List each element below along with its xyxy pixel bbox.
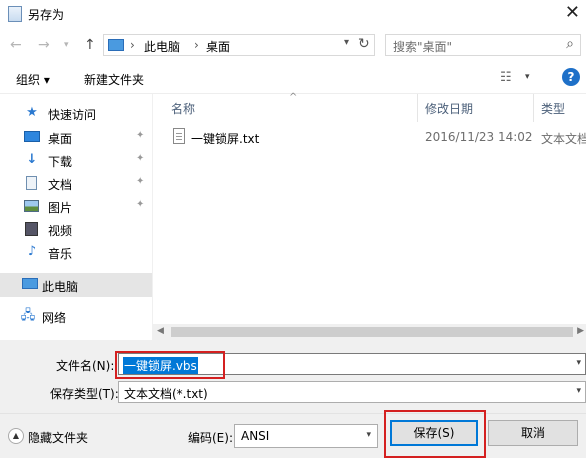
- filetype-select[interactable]: 文本文档(*.txt) ▾: [118, 381, 586, 403]
- save-form: 文件名(N): 一键锁屏.vbs ▾ 保存类型(T): 文本文档(*.txt) …: [0, 340, 586, 458]
- horizontal-scrollbar[interactable]: ◀ ▶: [153, 324, 586, 340]
- document-icon: [24, 176, 40, 190]
- window-title: 另存为: [28, 8, 65, 22]
- up-icon[interactable]: ↑: [84, 37, 96, 53]
- file-name: 一键锁屏.txt: [191, 132, 260, 146]
- chevron-down-icon[interactable]: ▾: [344, 37, 349, 48]
- pin-icon[interactable]: ✦: [136, 176, 144, 187]
- back-icon[interactable]: ←: [10, 37, 22, 53]
- sidebar-item-label: 桌面: [48, 132, 73, 146]
- chevron-up-icon: ▲: [8, 428, 24, 444]
- download-icon: ↓: [26, 152, 38, 167]
- encoding-value: ANSI: [241, 429, 270, 443]
- new-folder-button[interactable]: 新建文件夹: [84, 71, 144, 88]
- save-highlight: [384, 410, 486, 458]
- pin-icon[interactable]: ✦: [136, 199, 144, 210]
- sidebar-item-music[interactable]: ♪ 音乐: [0, 241, 152, 263]
- sidebar-item-label: 音乐: [48, 247, 73, 261]
- scroll-right-icon[interactable]: ▶: [577, 326, 584, 336]
- filetype-value: 文本文档(*.txt): [124, 387, 208, 401]
- file-list: ^ 名称 修改日期 类型 一键锁屏.txt 2016/11/23 14:02 文…: [153, 92, 586, 340]
- filetype-label: 保存类型(T):: [50, 387, 119, 401]
- divider: [0, 413, 586, 414]
- sort-ascending-icon: ^: [289, 92, 298, 103]
- recent-dropdown-icon[interactable]: ▾: [64, 40, 69, 50]
- hide-folders-label: 隐藏文件夹: [28, 431, 89, 445]
- scrollbar-thumb[interactable]: [171, 327, 573, 337]
- chevron-down-icon[interactable]: ▾: [366, 430, 371, 440]
- star-icon: ★: [26, 105, 38, 120]
- desktop-icon: [24, 130, 40, 144]
- sidebar-item-label: 网络: [42, 311, 67, 325]
- sidebar-item-network[interactable]: 🖧 网络: [0, 305, 152, 327]
- chevron-down-icon[interactable]: ▾: [576, 386, 581, 396]
- sidebar-item-label: 下载: [48, 155, 73, 169]
- sidebar-item-this-pc[interactable]: 此电脑: [0, 273, 152, 297]
- address-bar[interactable]: › 此电脑 › 桌面 ▾ ↻: [103, 34, 375, 56]
- column-header-type[interactable]: 类型: [541, 100, 565, 117]
- chevron-down-icon[interactable]: ▾: [576, 358, 581, 368]
- computer-icon: [22, 278, 38, 292]
- sidebar-item-desktop[interactable]: 桌面 ✦: [0, 126, 152, 148]
- file-type: 文本文档: [541, 132, 586, 146]
- sidebar-item-downloads[interactable]: ↓ 下载 ✦: [0, 149, 152, 171]
- encoding-select[interactable]: ANSI ▾: [234, 424, 378, 448]
- forward-icon[interactable]: →: [38, 37, 50, 53]
- sidebar-item-label: 图片: [48, 201, 73, 215]
- search-icon: ⌕: [566, 36, 574, 52]
- text-file-icon: [173, 128, 185, 144]
- navigation-pane: ★ 快速访问 桌面 ✦ ↓ 下载 ✦ 文档 ✦ 图片 ✦ 视频 ♪ 音乐 此电脑…: [0, 94, 152, 340]
- picture-icon: [24, 199, 40, 213]
- close-icon[interactable]: ✕: [565, 2, 580, 23]
- column-divider[interactable]: [533, 94, 534, 122]
- video-icon: [24, 222, 40, 236]
- scroll-left-icon[interactable]: ◀: [157, 326, 164, 336]
- column-header-name[interactable]: 名称: [171, 100, 195, 117]
- breadcrumb-desktop[interactable]: 桌面: [206, 38, 230, 55]
- sidebar-item-pictures[interactable]: 图片 ✦: [0, 195, 152, 217]
- sidebar-item-documents[interactable]: 文档 ✦: [0, 172, 152, 194]
- view-icon[interactable]: ☷: [500, 70, 512, 85]
- filename-label: 文件名(N):: [56, 359, 115, 373]
- title-bar: 另存为 ✕: [0, 0, 586, 28]
- breadcrumb-this-pc[interactable]: 此电脑: [144, 38, 180, 55]
- pin-icon[interactable]: ✦: [136, 130, 144, 141]
- sidebar-item-label: 文档: [48, 178, 73, 192]
- search-placeholder: 搜索"桌面": [393, 40, 453, 54]
- sidebar-item-videos[interactable]: 视频: [0, 218, 152, 240]
- sidebar-item-quick-access[interactable]: ★ 快速访问: [0, 102, 152, 124]
- column-header-date[interactable]: 修改日期: [425, 100, 473, 117]
- search-input[interactable]: 搜索"桌面" ⌕: [385, 34, 581, 56]
- file-row[interactable]: 一键锁屏.txt 2016/11/23 14:02 文本文档: [169, 126, 586, 148]
- filename-highlight: [115, 351, 225, 379]
- music-icon: ♪: [27, 244, 37, 259]
- chevron-right-icon[interactable]: ›: [194, 38, 199, 52]
- file-date: 2016/11/23 14:02: [425, 130, 533, 144]
- chevron-right-icon[interactable]: ›: [130, 38, 135, 52]
- network-icon: 🖧: [20, 308, 36, 323]
- organize-button[interactable]: 组织 ▾: [16, 71, 50, 88]
- column-divider[interactable]: [417, 94, 418, 122]
- sidebar-item-label: 此电脑: [42, 280, 79, 294]
- toolbar: 组织 ▾ 新建文件夹 ☷ ▾ ?: [0, 64, 586, 94]
- help-icon[interactable]: ?: [562, 68, 580, 86]
- encoding-label: 编码(E):: [188, 431, 233, 445]
- pin-icon[interactable]: ✦: [136, 153, 144, 164]
- refresh-icon[interactable]: ↻: [358, 36, 370, 52]
- sidebar-item-label: 快速访问: [48, 108, 97, 122]
- chevron-down-icon[interactable]: ▾: [525, 72, 530, 82]
- cancel-button[interactable]: 取消: [488, 420, 578, 446]
- hide-folders-button[interactable]: ▲ 隐藏文件夹: [8, 426, 108, 448]
- notepad-icon: [8, 6, 22, 22]
- sidebar-item-label: 视频: [48, 224, 73, 238]
- computer-icon: [108, 39, 124, 51]
